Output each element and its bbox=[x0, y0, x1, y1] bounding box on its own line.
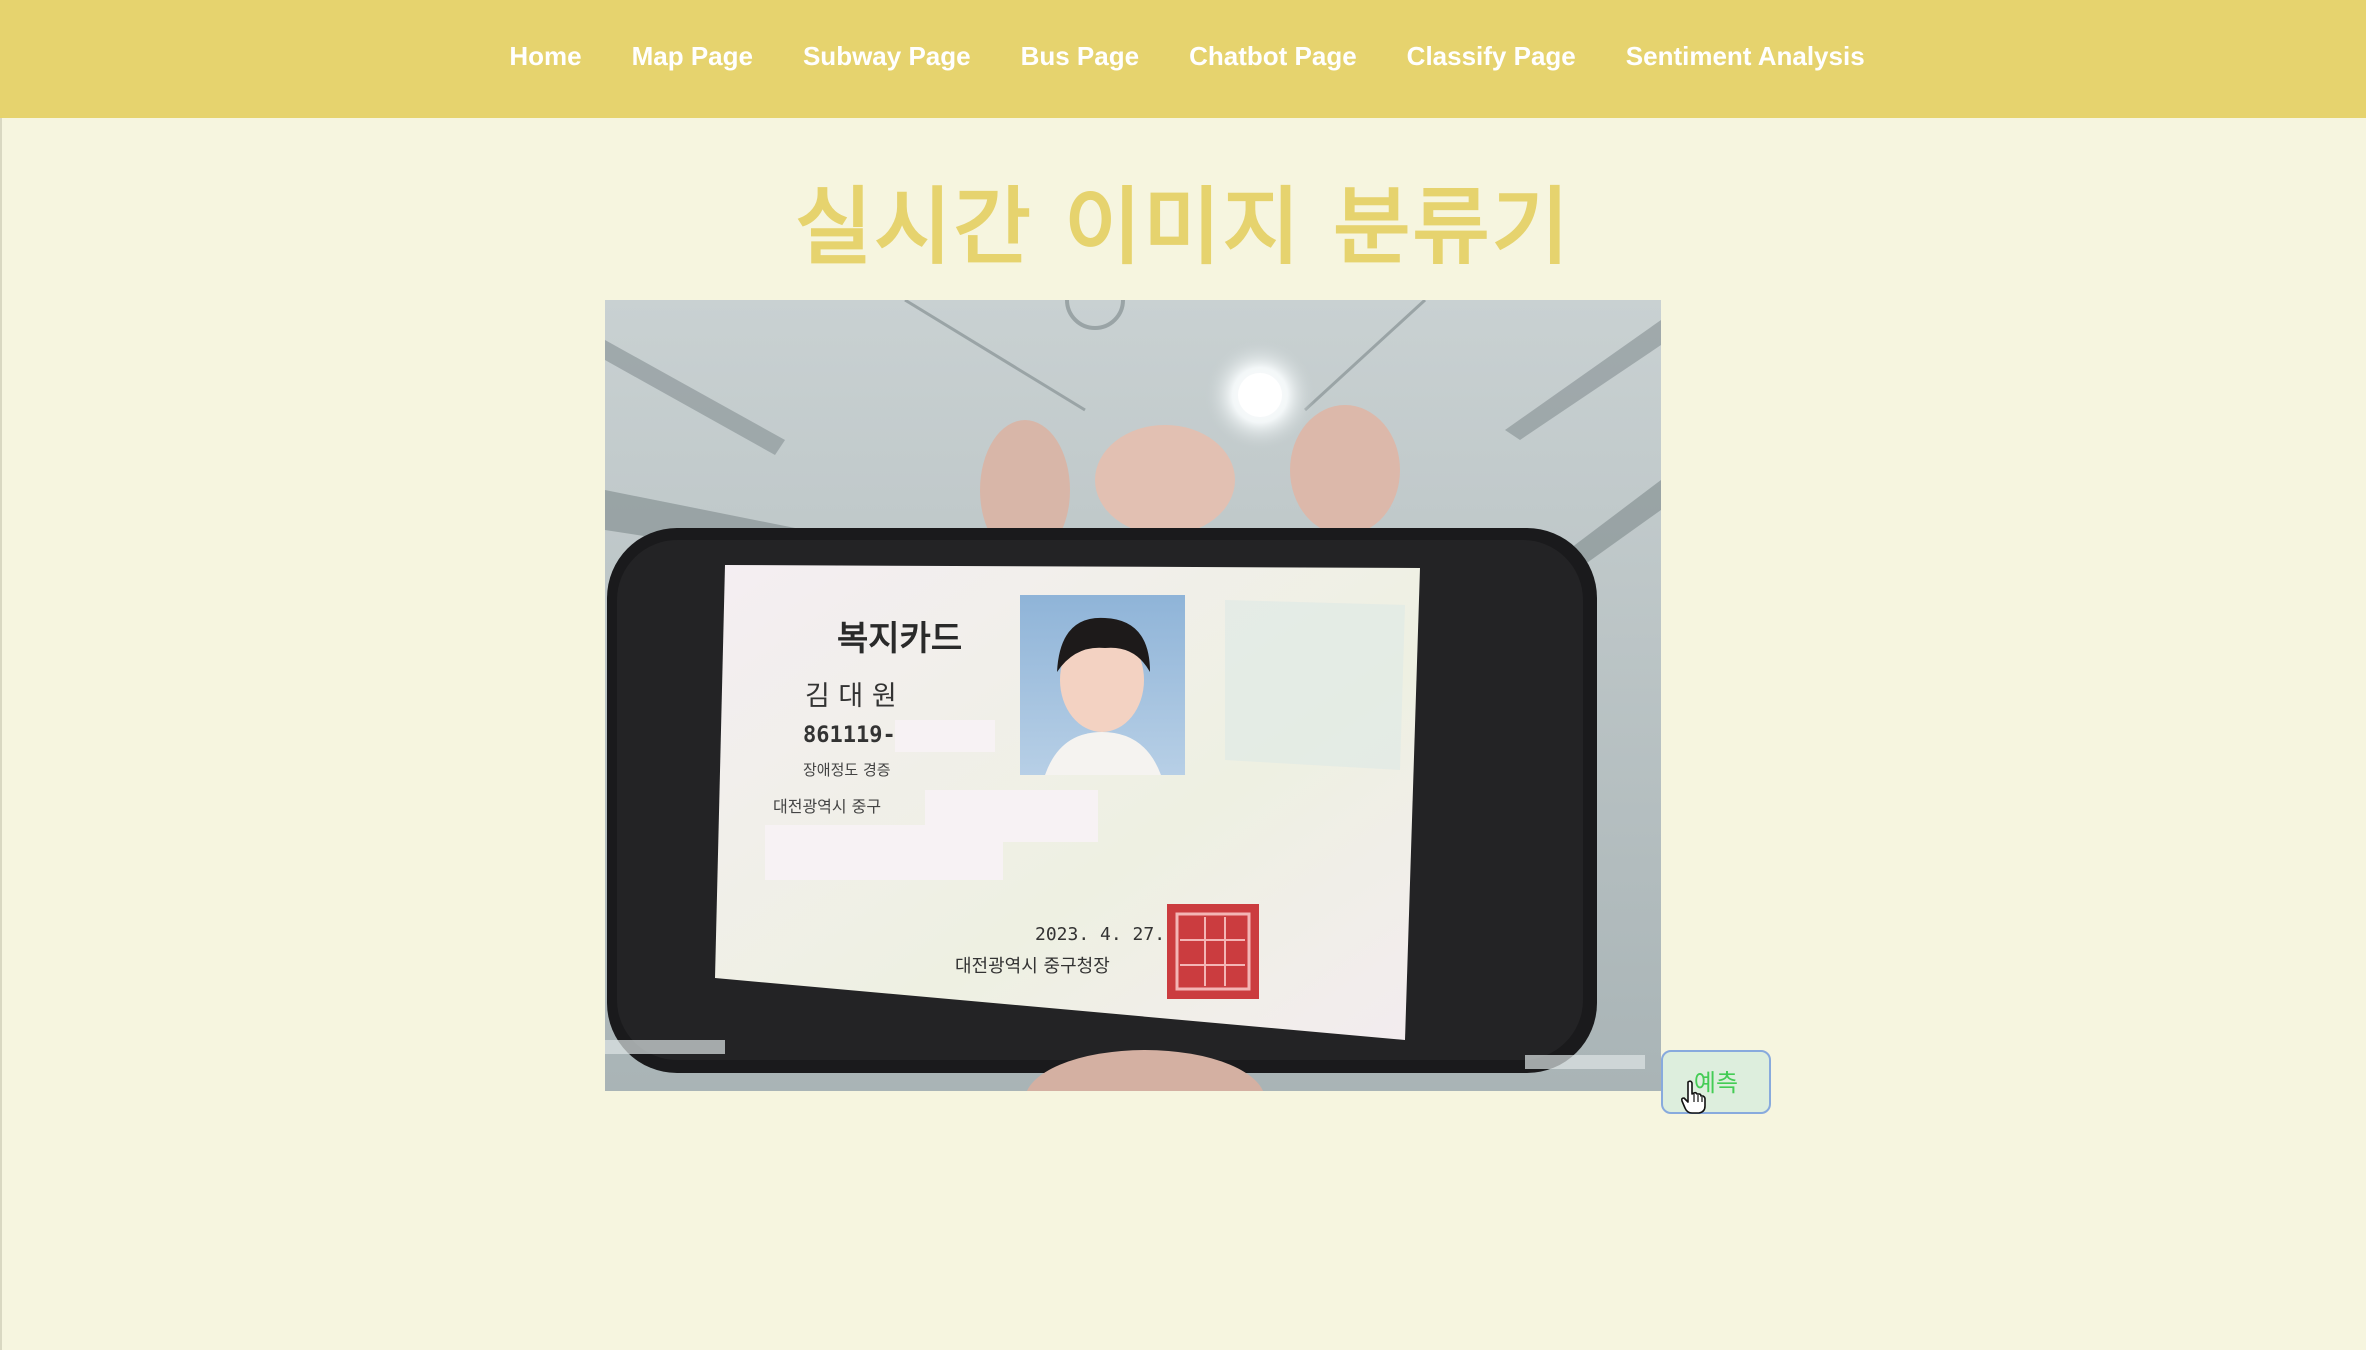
nav-subway-page-link[interactable]: Subway Page bbox=[803, 41, 971, 72]
nav-bus-page-link[interactable]: Bus Page bbox=[1021, 41, 1140, 72]
predict-button[interactable]: 예측 bbox=[1661, 1050, 1771, 1114]
nav-sentiment-analysis-link[interactable]: Sentiment Analysis bbox=[1626, 41, 1865, 72]
card-issuer: 대전광역시 중구청장 bbox=[955, 956, 1110, 977]
nav-classify-page-link[interactable]: Classify Page bbox=[1407, 41, 1576, 72]
webcam-frame-image: 복지카드 김 대 원 861119- 장애정도 경증 대전광역시 중구 2023… bbox=[605, 300, 1661, 1091]
nav-links: Home Map Page Subway Page Bus Page Chatb… bbox=[509, 41, 1864, 72]
webcam-video-feed: 복지카드 김 대 원 861119- 장애정도 경증 대전광역시 중구 2023… bbox=[605, 300, 1661, 1091]
card-address: 대전광역시 중구 bbox=[773, 797, 881, 816]
page-title: 실시간 이미지 분류기 bbox=[794, 178, 1571, 276]
card-grade: 장애정도 경증 bbox=[803, 761, 891, 779]
nav-chatbot-page-link[interactable]: Chatbot Page bbox=[1189, 41, 1357, 72]
top-navbar: Home Map Page Subway Page Bus Page Chatb… bbox=[0, 0, 2366, 118]
card-date: 2023. 4. 27. bbox=[1035, 924, 1165, 945]
nav-home-link[interactable]: Home bbox=[509, 41, 581, 72]
card-title: 복지카드 bbox=[837, 619, 962, 659]
seal-stamp-icon bbox=[1167, 904, 1259, 999]
card-id-number: 861119- bbox=[803, 723, 896, 748]
card-name: 김 대 원 bbox=[805, 681, 897, 712]
nav-map-page-link[interactable]: Map Page bbox=[632, 41, 753, 72]
page-left-border bbox=[0, 118, 2, 1350]
